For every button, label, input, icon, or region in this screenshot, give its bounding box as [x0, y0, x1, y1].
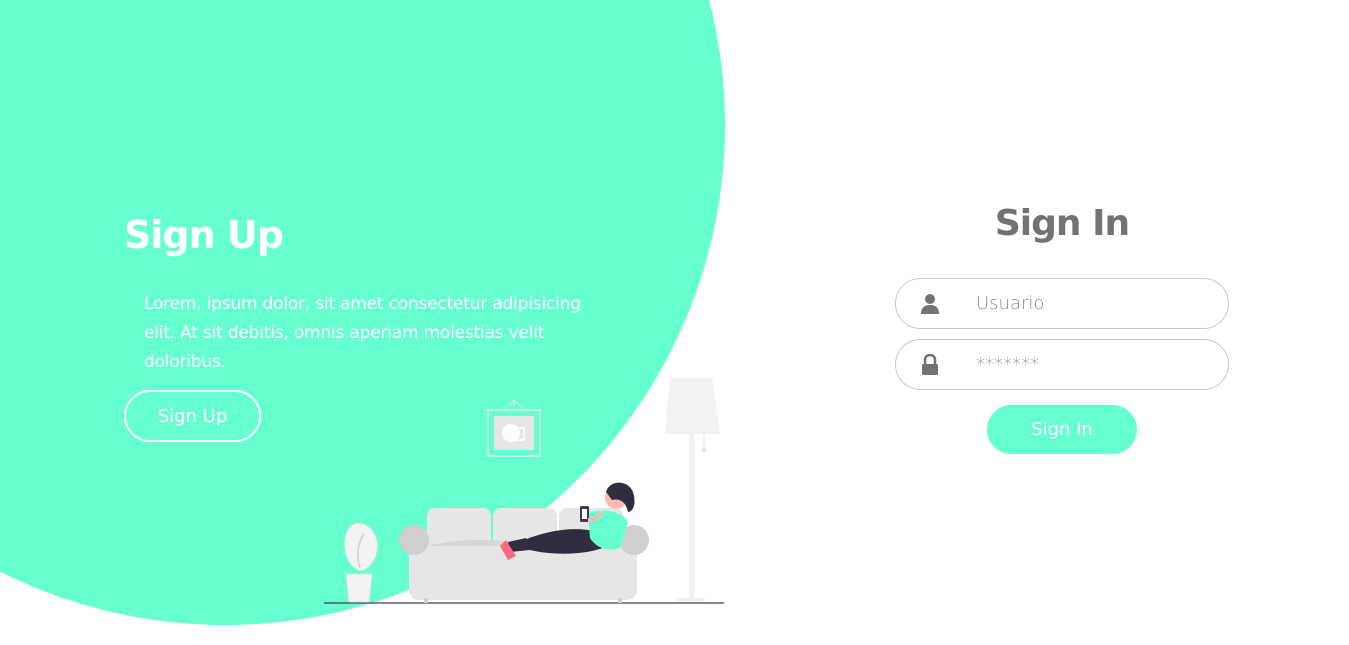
signup-description: Lorem, ipsum dolor, sit amet consectetur…: [144, 294, 581, 372]
username-field: [895, 278, 1229, 329]
picture-frame-icon: [487, 399, 541, 457]
password-field: [895, 339, 1229, 390]
signup-button[interactable]: Sign Up: [124, 390, 261, 442]
login-page: Sign Up Lorem, ipsum dolor, sit amet con…: [0, 0, 1349, 645]
username-input[interactable]: [976, 279, 1216, 328]
signup-title: Sign Up: [124, 213, 284, 257]
lock-icon: [922, 354, 938, 375]
signin-title: Sign In: [994, 203, 1130, 244]
signin-panel: Sign In Sign In: [895, 196, 1229, 454]
signup-panel: Sign Up Lorem, ipsum dolor, sit amet con…: [124, 210, 584, 442]
plant-icon: [344, 522, 378, 603]
floor-lamp-icon: [665, 378, 720, 602]
person-on-sofa-illustration: [324, 378, 724, 604]
signin-button[interactable]: Sign In: [987, 405, 1137, 454]
user-icon: [921, 294, 939, 314]
password-input[interactable]: [976, 340, 1216, 389]
